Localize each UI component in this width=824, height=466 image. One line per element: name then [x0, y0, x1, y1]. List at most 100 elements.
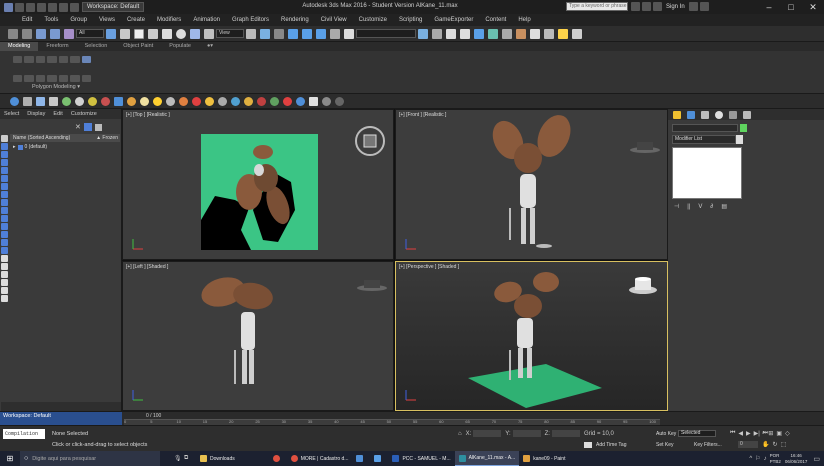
- menu-group[interactable]: Group: [64, 14, 93, 26]
- unlink-icon[interactable]: [50, 28, 60, 39]
- create-tool-icon[interactable]: [127, 96, 136, 106]
- clock-date[interactable]: 06/06/2017: [785, 459, 808, 465]
- motion-tab-icon[interactable]: [715, 110, 723, 119]
- create-tool-icon[interactable]: [10, 96, 19, 106]
- bone-filter-icon[interactable]: [1, 223, 8, 230]
- undo-icon[interactable]: [8, 28, 18, 39]
- ribbon-tool-icon[interactable]: [24, 75, 34, 82]
- taskbar-item-downloads[interactable]: Downloads: [196, 451, 239, 466]
- angle-snap-icon[interactable]: [302, 28, 312, 39]
- scene-explorer-scrollbar[interactable]: [1, 402, 121, 411]
- next-frame-icon[interactable]: ▶|: [754, 430, 760, 437]
- maximize-viewport-icon[interactable]: ⬚: [781, 441, 787, 448]
- group-filter-icon[interactable]: [1, 207, 8, 214]
- tab-freeform[interactable]: Freeform: [38, 42, 76, 51]
- zoom-icon[interactable]: ⌕: [762, 430, 765, 437]
- ribbon-tool-icon[interactable]: [35, 75, 46, 82]
- ribbon-tool-icon[interactable]: [70, 75, 80, 82]
- bind-space-warp-icon[interactable]: [64, 28, 74, 39]
- keyboard-layout[interactable]: PTB2: [770, 459, 781, 465]
- subscription-icon[interactable]: [642, 2, 651, 11]
- curve-editor-icon[interactable]: [488, 28, 498, 39]
- ribbon-panel-label[interactable]: Polygon Modeling ▾: [32, 84, 80, 90]
- play-icon[interactable]: ▶: [746, 430, 751, 437]
- create-tool-icon[interactable]: [153, 96, 162, 106]
- network-icon[interactable]: ⚐: [755, 455, 760, 462]
- layer-sort-icon[interactable]: [1, 295, 8, 302]
- create-tool-icon[interactable]: [140, 96, 149, 106]
- workspace-selector[interactable]: Workspace: Default: [82, 2, 145, 12]
- taskbar-item-chrome[interactable]: [269, 451, 287, 466]
- orbit-icon[interactable]: ↻: [772, 441, 777, 448]
- menu-select[interactable]: Select: [0, 111, 23, 117]
- sign-in-link[interactable]: Sign In: [666, 4, 685, 10]
- maxscript-listener[interactable]: Compilation: [3, 429, 45, 439]
- pivot-center-icon[interactable]: [246, 28, 256, 39]
- create-tool-icon[interactable]: [49, 96, 58, 106]
- display-influences-icon[interactable]: [1, 263, 8, 270]
- key-mode-dropdown[interactable]: Selected: [678, 430, 716, 437]
- taskbar-search-input[interactable]: Digite aqui para pesquisar: [32, 456, 96, 462]
- show-end-result-icon[interactable]: ||: [687, 204, 690, 210]
- close-button[interactable]: ✕: [802, 0, 824, 14]
- pan-icon[interactable]: ✋: [762, 441, 769, 448]
- percent-snap-icon[interactable]: [316, 28, 326, 39]
- ribbon-tool-icon[interactable]: [58, 75, 69, 82]
- display-invert-icon[interactable]: [1, 151, 8, 158]
- geometry-filter-icon[interactable]: [1, 159, 8, 166]
- menu-graph-editors[interactable]: Graph Editors: [226, 14, 275, 26]
- ribbon-options-icon[interactable]: ●▾: [199, 42, 221, 51]
- menu-tools[interactable]: Tools: [38, 14, 64, 26]
- auto-key-button[interactable]: Auto Key: [656, 431, 676, 437]
- microphone-icon[interactable]: 🎙: [174, 455, 184, 462]
- shape-filter-icon[interactable]: [1, 167, 8, 174]
- edit-named-selections-icon[interactable]: [344, 28, 354, 39]
- ribbon-tool-icon[interactable]: [13, 75, 23, 82]
- taskbar-item-browser[interactable]: MORE | Cadastro d...: [287, 451, 353, 466]
- key-filters-button[interactable]: Key Filters...: [694, 442, 722, 448]
- render-setup-icon[interactable]: [530, 28, 540, 39]
- ribbon-tool-icon[interactable]: [13, 56, 23, 63]
- hierarchy-icon[interactable]: [1, 287, 8, 294]
- maximize-button[interactable]: □: [780, 0, 802, 14]
- light-filter-icon[interactable]: [1, 175, 8, 182]
- create-tool-icon[interactable]: [75, 96, 84, 106]
- menu-customize[interactable]: Customize: [67, 111, 101, 117]
- create-tool-icon[interactable]: [231, 96, 240, 106]
- exchange-icon[interactable]: [688, 2, 698, 11]
- display-children-icon[interactable]: [1, 255, 8, 262]
- menu-gameexporter[interactable]: GameExporter: [428, 14, 479, 26]
- minimize-button[interactable]: –: [758, 0, 780, 14]
- align-icon[interactable]: [432, 28, 442, 39]
- filter-funnel-icon[interactable]: [1, 279, 8, 286]
- app-logo-icon[interactable]: [4, 2, 13, 12]
- tab-selection[interactable]: Selection: [77, 42, 116, 51]
- ribbon-tool-icon[interactable]: [24, 56, 34, 63]
- windows-start-icon[interactable]: ⊞: [0, 451, 20, 466]
- menu-help[interactable]: Help: [512, 14, 536, 26]
- utilities-tab-icon[interactable]: [743, 110, 751, 119]
- new-file-icon[interactable]: [15, 2, 24, 12]
- zoom-all-icon[interactable]: ⊞: [768, 430, 773, 437]
- search-icon[interactable]: [631, 2, 640, 11]
- menu-customize[interactable]: Customize: [353, 14, 393, 26]
- ribbon-tool-icon[interactable]: [47, 56, 57, 63]
- mirror-icon[interactable]: [418, 28, 428, 39]
- taskbar-search[interactable]: ○ Digite aqui para pesquisar: [20, 451, 160, 466]
- x-coordinate-field[interactable]: [473, 430, 502, 437]
- create-tool-icon[interactable]: [166, 96, 175, 106]
- keyboard-shortcut-override-icon[interactable]: [274, 28, 284, 39]
- expand-arrow-icon[interactable]: ▸: [13, 143, 16, 151]
- create-tool-icon[interactable]: [270, 96, 279, 106]
- menu-civil-view[interactable]: Civil View: [315, 14, 353, 26]
- window-crossing-icon[interactable]: [148, 28, 158, 39]
- create-tool-icon[interactable]: [296, 96, 305, 106]
- redo-icon[interactable]: [59, 2, 68, 12]
- display-none-icon[interactable]: [1, 135, 8, 142]
- space-warp-filter-icon[interactable]: [1, 199, 8, 206]
- rectangular-selection-icon[interactable]: [134, 28, 144, 39]
- menu-animation[interactable]: Animation: [187, 14, 226, 26]
- xref-filter-icon[interactable]: [1, 215, 8, 222]
- create-tool-icon[interactable]: [88, 96, 97, 106]
- menu-content[interactable]: Content: [479, 14, 512, 26]
